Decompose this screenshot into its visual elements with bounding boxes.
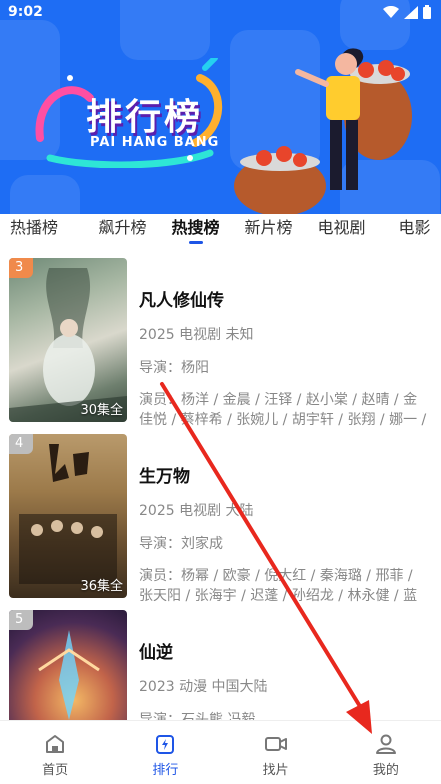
tab-movies[interactable]: 电影 [378, 214, 441, 246]
status-bar: 9:02 [0, 0, 441, 26]
banner-title: 排行榜 [86, 97, 204, 138]
tab-new-release[interactable]: 新片榜 [232, 214, 305, 246]
list-item[interactable]: 5 仙逆 2023 动漫 中国大陆 导演：石头熊,冯毅 [0, 598, 441, 720]
banner-subtitle: PAI HANG BANG [90, 135, 220, 150]
rank-badge: 3 [9, 258, 33, 278]
tab-rising[interactable]: 飙升榜 [86, 214, 159, 246]
home-icon [46, 735, 65, 753]
show-title[interactable]: 凡人修仙传 [139, 286, 429, 311]
active-tab-indicator [188, 241, 203, 244]
rank-badge: 5 [9, 610, 33, 630]
poster-image[interactable]: 4 36集全 [9, 434, 127, 598]
video-camera-icon [264, 737, 287, 751]
episode-count: 30集全 [80, 403, 123, 418]
tab-hot-search[interactable]: 热搜榜 [159, 214, 232, 246]
show-director: 导演：刘家成 [139, 536, 223, 552]
tab-tv-series[interactable]: 电视剧 [305, 214, 378, 246]
list-item[interactable]: 3 30集全 凡人修仙传 2025 电视剧 未知 导演：杨阳 演员：杨洋 / 金… [0, 246, 441, 428]
poster-figure [9, 268, 127, 422]
nav-home[interactable]: 首页 [0, 721, 110, 784]
show-director: 导演：杨阳 [139, 360, 209, 376]
tab-hot-play[interactable]: 热播榜 [0, 214, 86, 246]
episode-count: 36集全 [80, 579, 123, 594]
signal-icon [404, 5, 418, 19]
status-time: 9:02 [8, 4, 43, 20]
category-tabs: 热播榜 飙升榜 热搜榜 新片榜 电视剧 电影 [0, 214, 441, 246]
banner-illustration [234, 48, 412, 214]
nav-ranking[interactable]: 排行 [110, 721, 220, 784]
nav-find-video[interactable]: 找片 [221, 721, 331, 784]
battery-icon [423, 5, 431, 19]
bottom-navigation: 首页 排行 找片 我的 [0, 720, 441, 784]
ranking-banner: 9:02 排行榜 PAI HANG BANG [0, 0, 441, 214]
show-director: 导演：石头熊,冯毅 [139, 712, 256, 720]
list-item[interactable]: 4 36集全 生万物 2025 电视剧 大陆 导演：刘家成 演员：杨幂 / 欧豪… [0, 422, 441, 604]
show-meta: 2025 电视剧 大陆 [139, 503, 254, 519]
poster-figure [19, 444, 117, 584]
rank-badge: 4 [9, 434, 33, 454]
poster-image[interactable]: 3 30集全 [9, 258, 127, 422]
poster-image[interactable]: 5 [9, 610, 127, 720]
show-title[interactable]: 仙逆 [139, 638, 429, 663]
show-meta: 2023 动漫 中国大陆 [139, 679, 268, 695]
profile-icon [375, 734, 396, 754]
ranking-list: 3 30集全 凡人修仙传 2025 电视剧 未知 导演：杨阳 演员：杨洋 / 金… [0, 246, 441, 720]
show-meta: 2025 电视剧 未知 [139, 327, 254, 343]
nav-profile[interactable]: 我的 [331, 721, 441, 784]
ranking-icon [156, 735, 175, 754]
wifi-icon [383, 5, 399, 18]
show-title[interactable]: 生万物 [139, 462, 429, 487]
